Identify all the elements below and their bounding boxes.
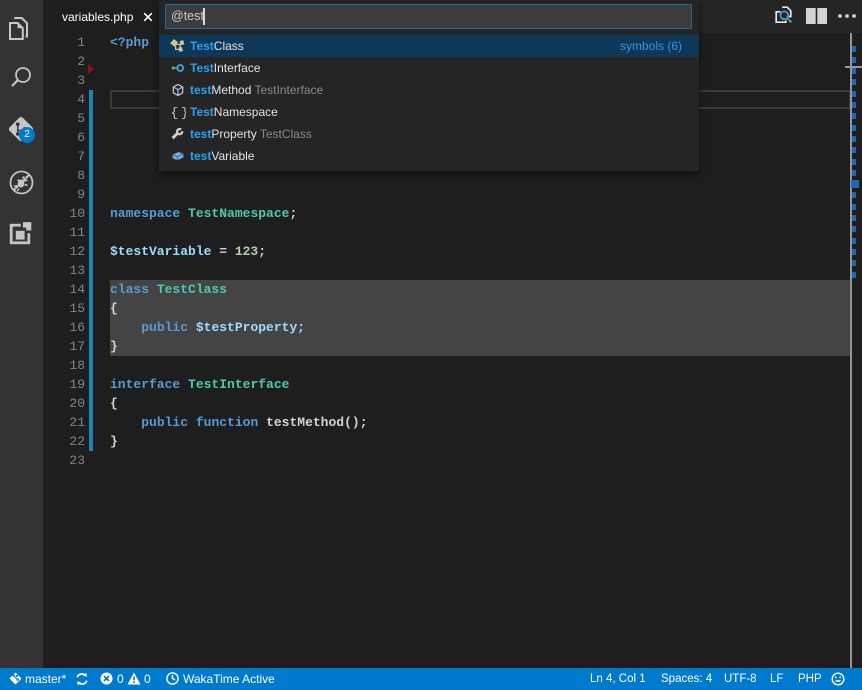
svg-text:{ }: { } — [171, 106, 187, 121]
